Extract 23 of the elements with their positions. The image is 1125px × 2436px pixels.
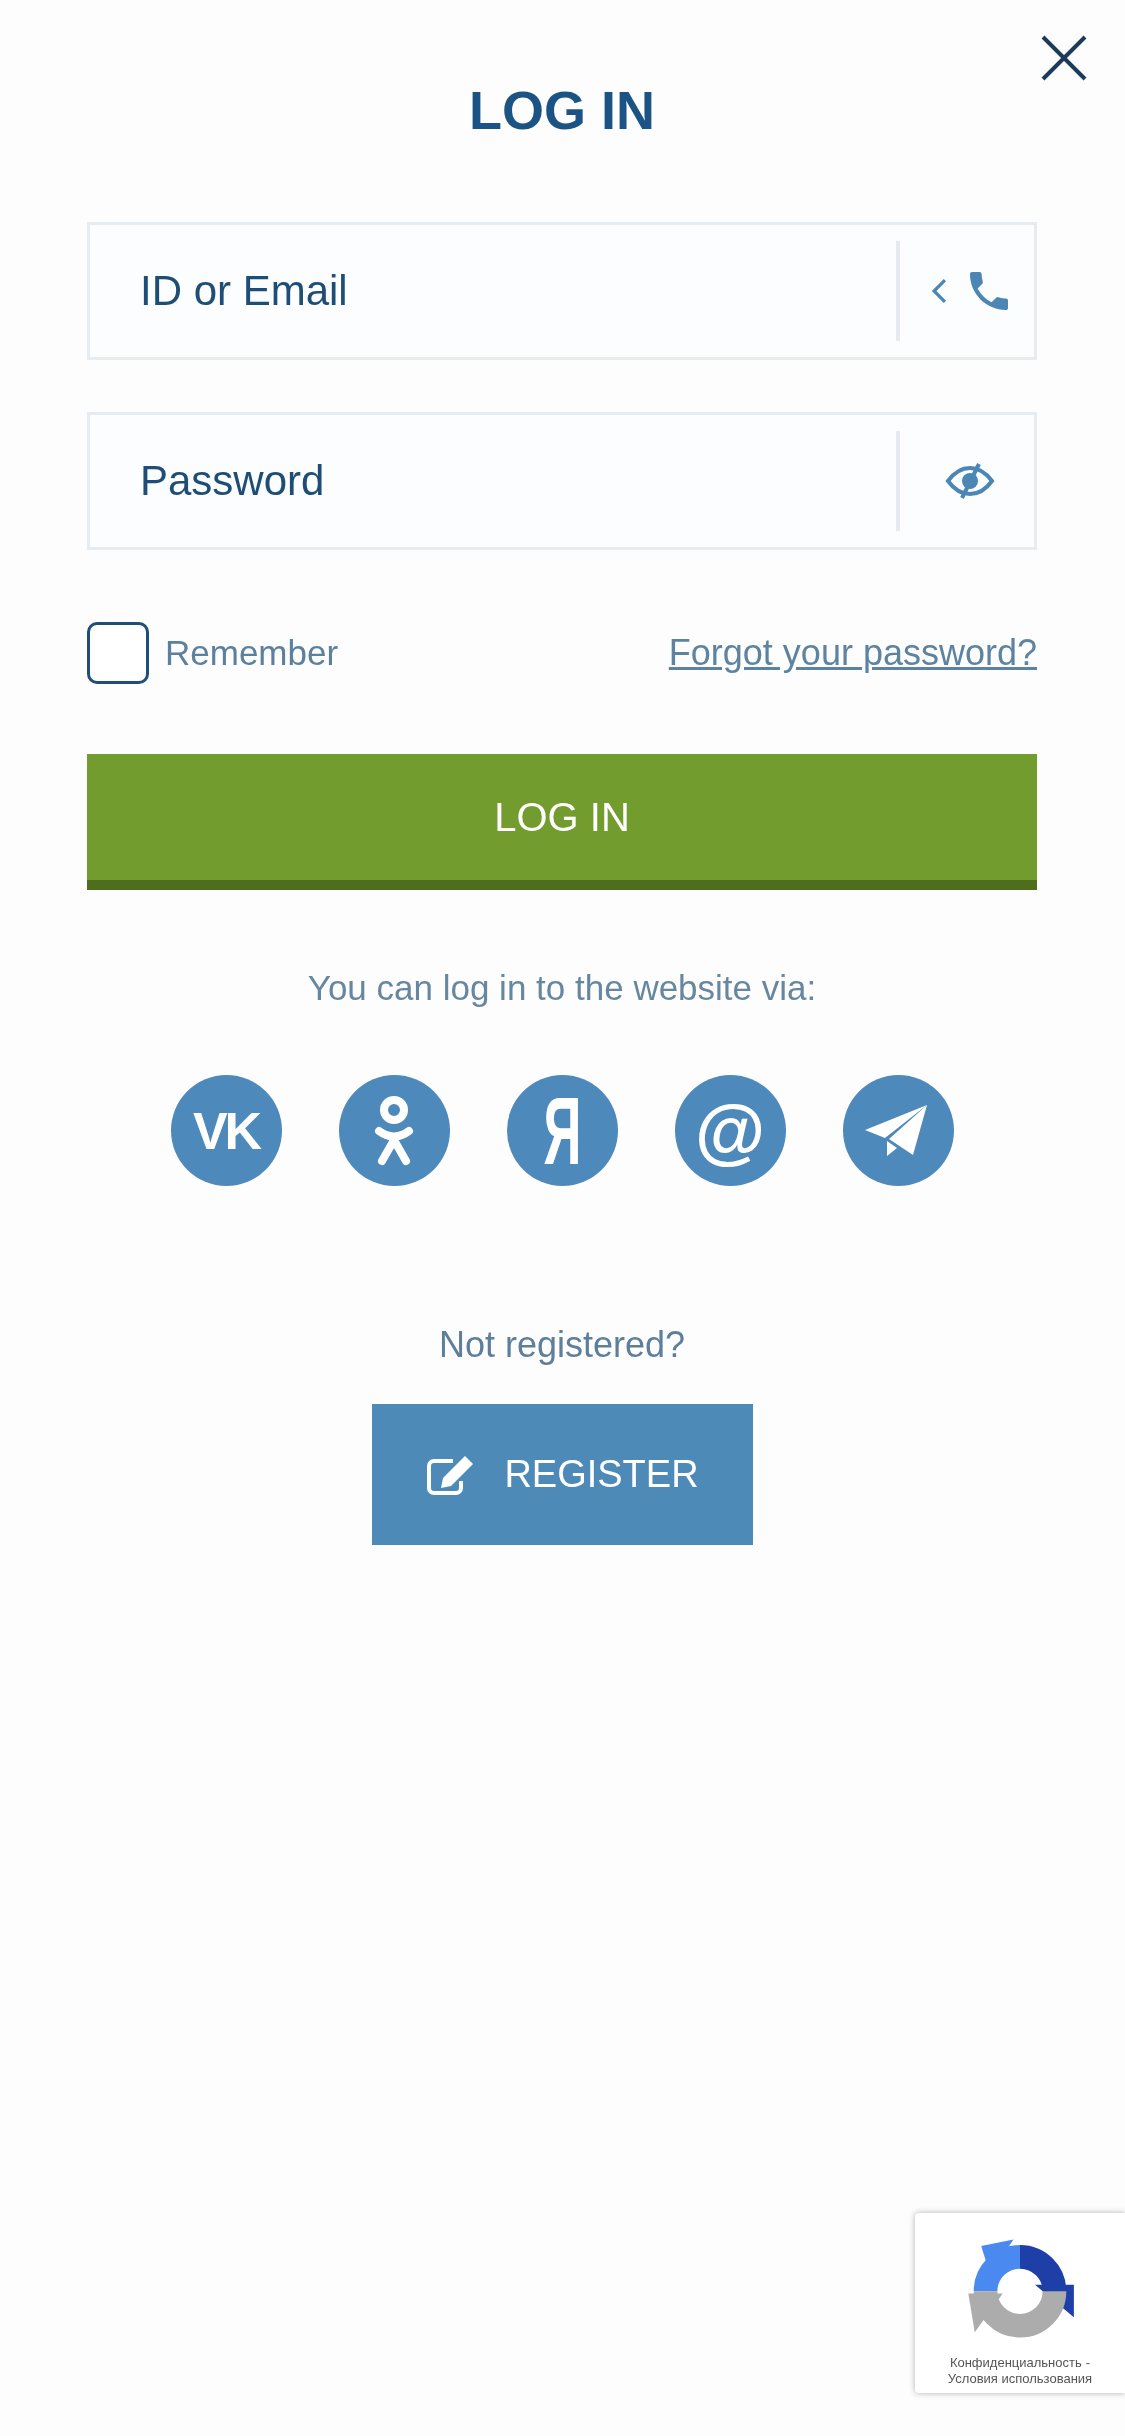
separator-text: -	[1085, 2355, 1091, 2371]
register-button[interactable]: REGISTER	[371, 1404, 753, 1545]
terms-link[interactable]: Условия использования	[947, 2371, 1093, 2387]
login-button[interactable]: LOG IN	[87, 754, 1037, 890]
remember-label[interactable]: Remember	[165, 633, 339, 673]
not-registered-text: Not registered?	[437, 1325, 687, 1365]
remember-checkbox[interactable]	[87, 622, 149, 684]
privacy-link[interactable]: Конфиденциальность	[949, 2355, 1082, 2371]
login-field[interactable]: ID or Email	[87, 222, 1037, 360]
eye-slash-icon[interactable]	[945, 463, 995, 499]
close-icon[interactable]	[1040, 34, 1088, 82]
paper-plane-icon[interactable]	[863, 1103, 929, 1158]
social-login-caption: You can log in to the website via:	[306, 968, 818, 1008]
social-login-button[interactable]: @	[674, 1075, 786, 1186]
phone-icon[interactable]	[969, 272, 1008, 310]
page-title: LOG IN	[468, 80, 656, 140]
password-field[interactable]: Password	[87, 412, 1037, 550]
chevron-left-icon[interactable]	[930, 278, 948, 304]
social-login-button[interactable]: Я	[506, 1075, 618, 1186]
social-login-button[interactable]: VK	[170, 1075, 282, 1186]
edit-icon	[425, 1454, 476, 1495]
forgot-password-link[interactable]: Forgot your password?	[668, 632, 1037, 674]
stick-figure-icon[interactable]	[372, 1094, 416, 1167]
